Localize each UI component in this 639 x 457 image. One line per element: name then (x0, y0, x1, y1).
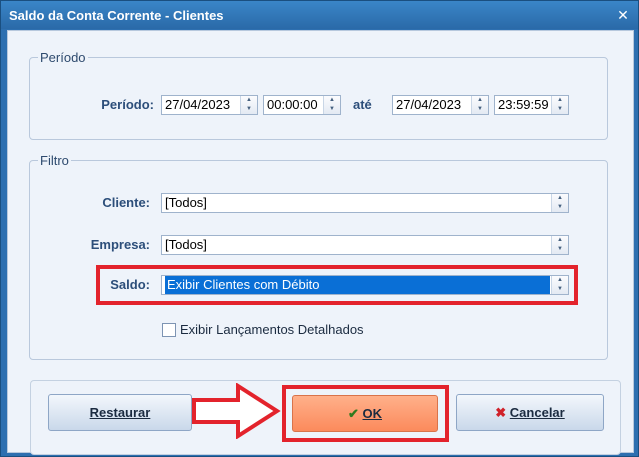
time-from-value: 00:00:00 (267, 97, 318, 112)
empresa-value: [Todos] (165, 237, 207, 252)
periodo-group-title: Período (40, 50, 86, 65)
date-to-value: 27/04/2023 (396, 97, 462, 112)
updown-arrows-icon[interactable]: ▲ ▼ (551, 236, 568, 254)
spin-down-icon[interactable]: ▼ (552, 105, 568, 114)
cliente-value: [Todos] (165, 195, 207, 210)
spin-up-icon[interactable]: ▲ (241, 96, 257, 105)
saldo-highlight-box (96, 265, 578, 305)
dialog-window: Saldo da Conta Corrente - Clientes ✕ Per… (0, 0, 639, 457)
spin-up-icon[interactable]: ▲ (324, 96, 340, 105)
time-to-value: 23:59:59 (498, 97, 549, 112)
date-from-value: 27/04/2023 (165, 97, 231, 112)
empresa-label: Empresa: (90, 237, 150, 252)
detalhados-checkbox[interactable] (162, 323, 176, 337)
cancelar-label: Cancelar (509, 405, 565, 420)
cancelar-button[interactable]: ✖ Cancelar (456, 394, 604, 431)
date-from-spinner[interactable]: ▲ ▼ (240, 96, 257, 114)
spin-up-icon[interactable]: ▲ (472, 96, 488, 105)
cliente-select[interactable]: [Todos] ▲ ▼ (161, 193, 569, 213)
dialog-body: Período Período: 27/04/2023 ▲ ▼ 00:00:00 … (7, 30, 634, 455)
date-to-field[interactable]: 27/04/2023 ▲ ▼ (392, 95, 489, 115)
cliente-label: Cliente: (102, 195, 150, 210)
spin-up-icon[interactable]: ▲ (552, 96, 568, 105)
window-title: Saldo da Conta Corrente - Clientes (9, 8, 224, 23)
cancel-x-icon: ✖ (495, 405, 507, 420)
close-icon[interactable]: ✕ (614, 6, 632, 24)
empresa-select[interactable]: [Todos] ▲ ▼ (161, 235, 569, 255)
restaurar-button[interactable]: Restaurar (48, 394, 192, 431)
title-bar: Saldo da Conta Corrente - Clientes ✕ (1, 1, 638, 29)
time-to-spinner[interactable]: ▲ ▼ (551, 96, 568, 114)
detalhados-label[interactable]: Exibir Lançamentos Detalhados (180, 322, 364, 337)
time-from-spinner[interactable]: ▲ ▼ (323, 96, 340, 114)
time-to-field[interactable]: 23:59:59 ▲ ▼ (494, 95, 569, 115)
filtro-group-title: Filtro (40, 153, 69, 168)
restaurar-label: Restaurar (89, 405, 151, 420)
ok-highlight-box (282, 385, 449, 442)
date-to-spinner[interactable]: ▲ ▼ (471, 96, 488, 114)
time-from-field[interactable]: 00:00:00 ▲ ▼ (263, 95, 341, 115)
updown-arrows-icon[interactable]: ▲ ▼ (551, 194, 568, 212)
arrow-right-icon (192, 383, 281, 439)
date-from-field[interactable]: 27/04/2023 ▲ ▼ (161, 95, 258, 115)
spin-down-icon[interactable]: ▼ (324, 105, 340, 114)
spin-down-icon[interactable]: ▼ (472, 105, 488, 114)
periodo-label: Período: (101, 97, 154, 112)
spin-down-icon[interactable]: ▼ (241, 105, 257, 114)
periodo-separator: até (353, 97, 372, 112)
